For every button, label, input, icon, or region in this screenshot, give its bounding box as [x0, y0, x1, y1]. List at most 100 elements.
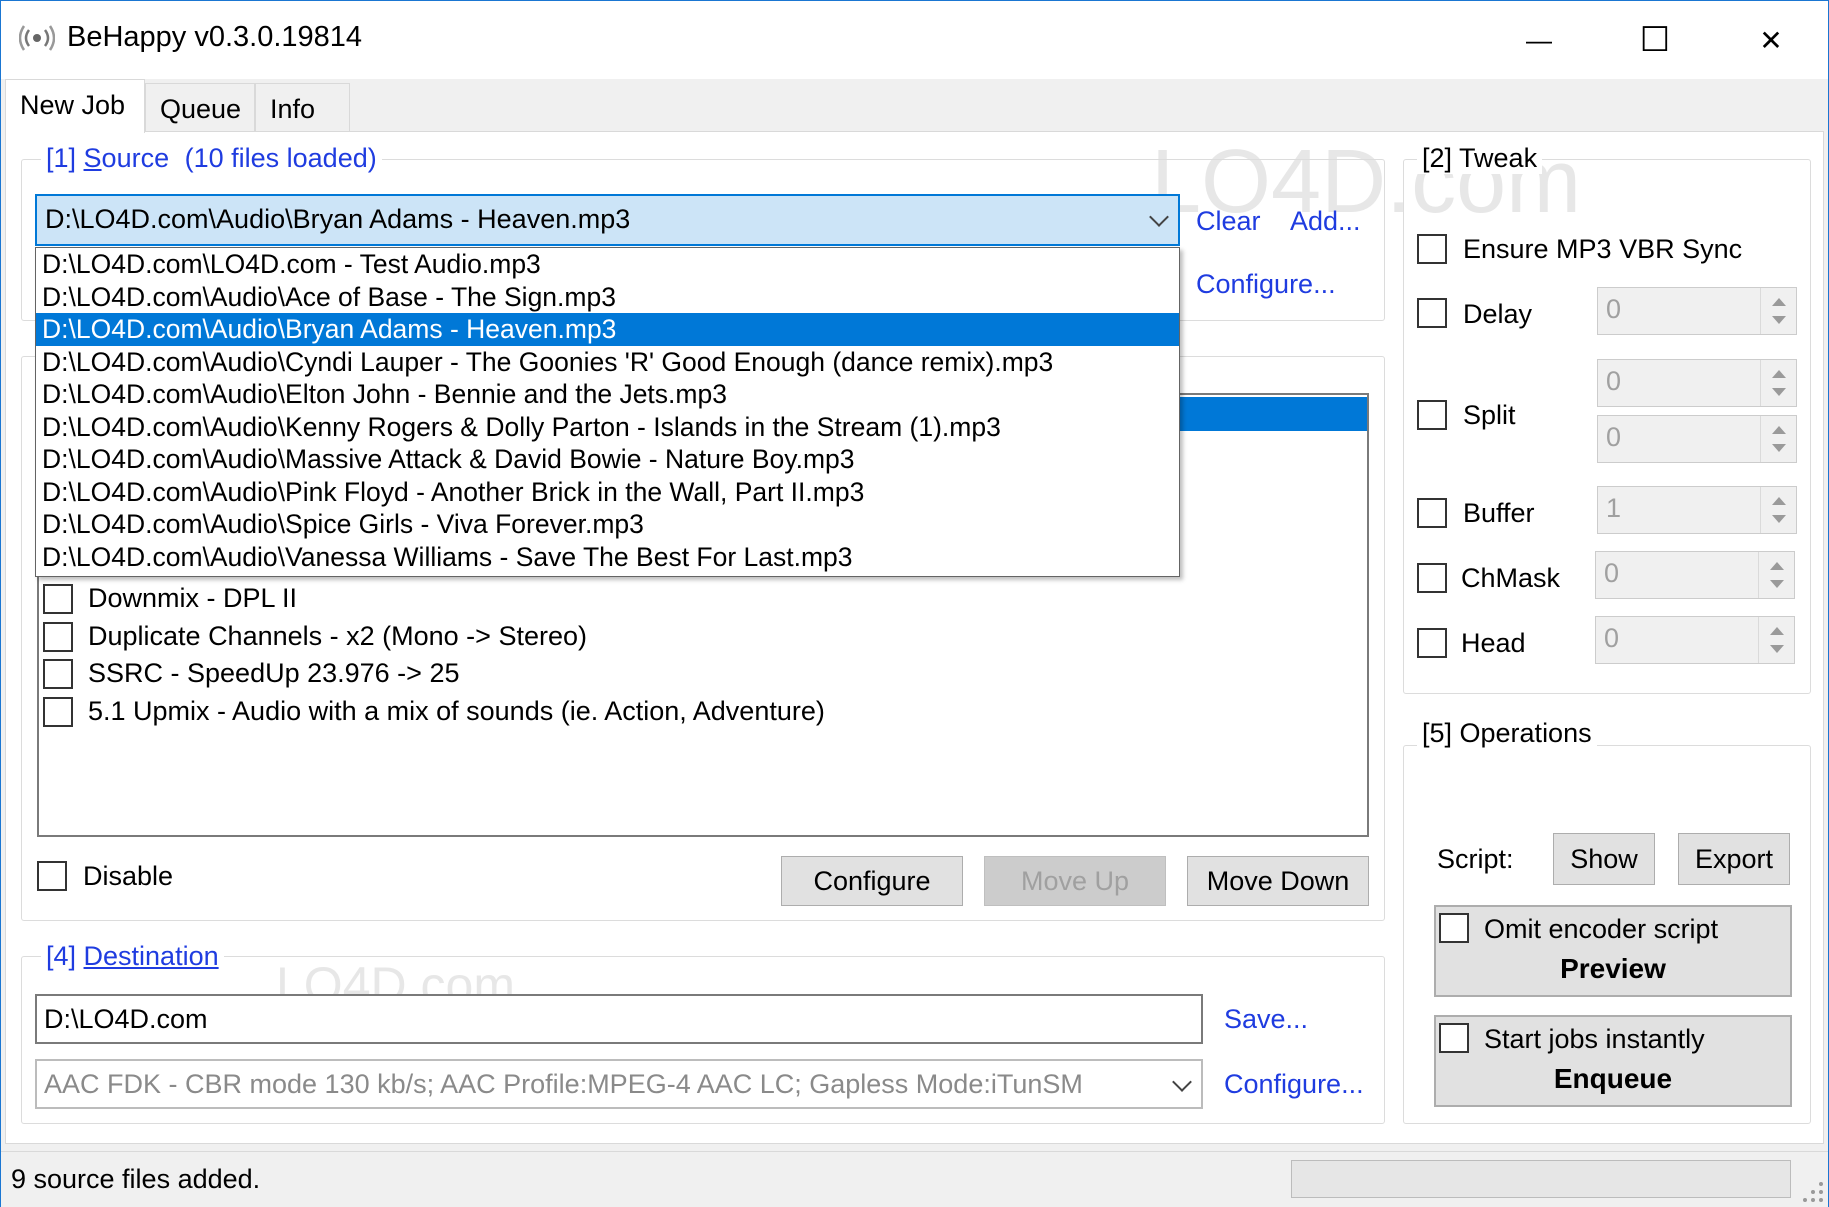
dropdown-item[interactable]: D:\LO4D.com\Audio\Massive Attack & David…	[36, 443, 1179, 476]
tab-new-job[interactable]: New Job	[5, 79, 145, 133]
status-bar: 9 source files added.	[1, 1151, 1828, 1207]
head-label: Head	[1461, 628, 1526, 658]
preview-label: Preview	[1560, 953, 1666, 984]
buffer-checkbox[interactable]	[1417, 498, 1447, 528]
buffer-spinner[interactable]: 1	[1597, 486, 1797, 534]
spinner-arrows[interactable]	[1760, 487, 1796, 533]
source-legend-accel: S	[83, 143, 102, 173]
start-instantly-checkbox[interactable]	[1439, 1023, 1469, 1053]
chevron-down-icon	[1149, 207, 1169, 227]
encoder-value: AAC FDK - CBR mode 130 kb/s; AAC Profile…	[44, 1069, 1083, 1099]
move-up-label: Move Up	[1020, 865, 1130, 896]
source-legend-prefix: [1]	[46, 143, 84, 173]
split-start-spinner[interactable]: 0	[1597, 359, 1797, 407]
delay-value: 0	[1606, 294, 1622, 324]
omit-encoder-label: Omit encoder script	[1484, 914, 1719, 944]
chevron-down-icon	[1172, 1072, 1192, 1092]
dropdown-item[interactable]: D:\LO4D.com\Audio\Kenny Rogers & Dolly P…	[36, 411, 1179, 444]
resize-grip-icon[interactable]	[1801, 1180, 1825, 1204]
dropdown-item[interactable]: D:\LO4D.com\Audio\Cyndi Lauper - The Goo…	[36, 346, 1179, 379]
app-window: BeHappy v0.3.0.19814 — ☐ ✕ New Job Queue…	[0, 0, 1829, 1207]
chmask-spinner[interactable]: 0	[1595, 551, 1795, 599]
script-export-label: Export	[1694, 843, 1774, 874]
title-bar: BeHappy v0.3.0.19814 — ☐ ✕	[1, 1, 1828, 79]
source-file-combo[interactable]: D:\LO4D.com\Audio\Bryan Adams - Heaven.m…	[35, 194, 1180, 246]
script-label: Script:	[1437, 844, 1514, 874]
maximize-icon: ☐	[1639, 21, 1671, 59]
head-spinner[interactable]: 0	[1595, 616, 1795, 664]
delay-label: Delay	[1463, 299, 1533, 329]
dsp-checkbox[interactable]	[43, 659, 73, 689]
dropdown-item[interactable]: D:\LO4D.com\Audio\Elton John - Bennie an…	[36, 378, 1179, 411]
maximize-button[interactable]: ☐	[1597, 1, 1713, 79]
dsp-checkbox[interactable]	[43, 584, 73, 614]
spin-down-icon	[1772, 316, 1786, 324]
dsp-item-label: SSRC - SpeedUp 23.976 -> 25	[88, 658, 460, 688]
split-end-spinner[interactable]: 0	[1597, 415, 1797, 463]
spinner-arrows[interactable]	[1758, 552, 1794, 598]
encoder-select[interactable]: AAC FDK - CBR mode 130 kb/s; AAC Profile…	[35, 1059, 1203, 1109]
delay-checkbox[interactable]	[1417, 298, 1447, 328]
source-add-link[interactable]: Add...	[1290, 206, 1361, 237]
minimize-icon: —	[1526, 24, 1552, 55]
spin-up-icon	[1772, 298, 1786, 306]
destination-path-input[interactable]: D:\LO4D.com	[35, 994, 1203, 1044]
spinner-arrows[interactable]	[1758, 617, 1794, 663]
files-loaded-count: (10 files loaded)	[184, 143, 377, 173]
ensure-mp3-checkbox[interactable]	[1417, 234, 1447, 264]
spin-down-icon	[1770, 645, 1784, 653]
destination-legend-link: Destination	[83, 941, 219, 971]
script-show-button[interactable]: Show	[1553, 833, 1655, 885]
spin-down-icon	[1772, 515, 1786, 523]
chmask-checkbox[interactable]	[1417, 563, 1447, 593]
spin-down-icon	[1770, 580, 1784, 588]
tab-info[interactable]: Info	[255, 83, 350, 131]
move-down-button[interactable]: Move Down	[1187, 856, 1369, 906]
chmask-label: ChMask	[1461, 563, 1561, 593]
split-label: Split	[1463, 400, 1516, 430]
spinner-arrows[interactable]	[1760, 360, 1796, 406]
source-clear-link[interactable]: Clear	[1196, 206, 1261, 237]
move-up-button[interactable]: Move Up	[984, 856, 1166, 906]
dropdown-item[interactable]: D:\LO4D.com\Audio\Pink Floyd - Another B…	[36, 476, 1179, 509]
source-file-dropdown[interactable]: D:\LO4D.com\LO4D.com - Test Audio.mp3 D:…	[35, 247, 1180, 577]
move-down-label: Move Down	[1206, 865, 1350, 896]
minimize-button[interactable]: —	[1481, 1, 1597, 79]
script-export-button[interactable]: Export	[1678, 833, 1790, 885]
close-icon: ✕	[1759, 24, 1783, 56]
spin-up-icon	[1772, 497, 1786, 505]
head-value: 0	[1604, 623, 1620, 653]
status-text: 9 source files added.	[11, 1164, 261, 1194]
dsp-checkbox[interactable]	[43, 622, 73, 652]
dsp-configure-button[interactable]: Configure	[781, 856, 963, 906]
spinner-arrows[interactable]	[1760, 288, 1796, 334]
dsp-item-label: Downmix - DPL II	[88, 583, 298, 613]
delay-spinner[interactable]: 0	[1597, 287, 1797, 335]
dropdown-item[interactable]: D:\LO4D.com\Audio\Vanessa Williams - Sav…	[36, 541, 1179, 574]
disable-label: Disable	[83, 861, 174, 891]
enqueue-label: Enqueue	[1553, 1063, 1673, 1094]
close-button[interactable]: ✕	[1713, 1, 1829, 79]
source-configure-link[interactable]: Configure...	[1196, 269, 1336, 300]
encoder-configure-link[interactable]: Configure...	[1224, 1069, 1364, 1100]
dropdown-item[interactable]: D:\LO4D.com\Audio\Spice Girls - Viva For…	[36, 508, 1179, 541]
destination-legend-prefix: [4]	[46, 941, 84, 971]
split-checkbox[interactable]	[1417, 400, 1447, 430]
dsp-checkbox[interactable]	[43, 697, 73, 727]
omit-encoder-checkbox[interactable]	[1439, 913, 1469, 943]
dropdown-item[interactable]: D:\LO4D.com\Audio\Ace of Base - The Sign…	[36, 281, 1179, 314]
disable-checkbox[interactable]	[37, 861, 67, 891]
app-icon	[19, 25, 55, 51]
destination-save-link[interactable]: Save...	[1224, 1004, 1308, 1035]
buffer-label: Buffer	[1463, 498, 1535, 528]
dropdown-item-selected[interactable]: D:\LO4D.com\Audio\Bryan Adams - Heaven.m…	[36, 313, 1179, 346]
spinner-arrows[interactable]	[1760, 416, 1796, 462]
start-instantly-label: Start jobs instantly	[1484, 1024, 1705, 1054]
spin-up-icon	[1770, 562, 1784, 570]
window-title: BeHappy v0.3.0.19814	[67, 21, 363, 53]
split-start-value: 0	[1606, 366, 1622, 396]
script-show-label: Show	[1570, 843, 1638, 874]
dropdown-item[interactable]: D:\LO4D.com\LO4D.com - Test Audio.mp3	[36, 248, 1179, 281]
tab-queue[interactable]: Queue	[145, 83, 255, 131]
head-checkbox[interactable]	[1417, 628, 1447, 658]
